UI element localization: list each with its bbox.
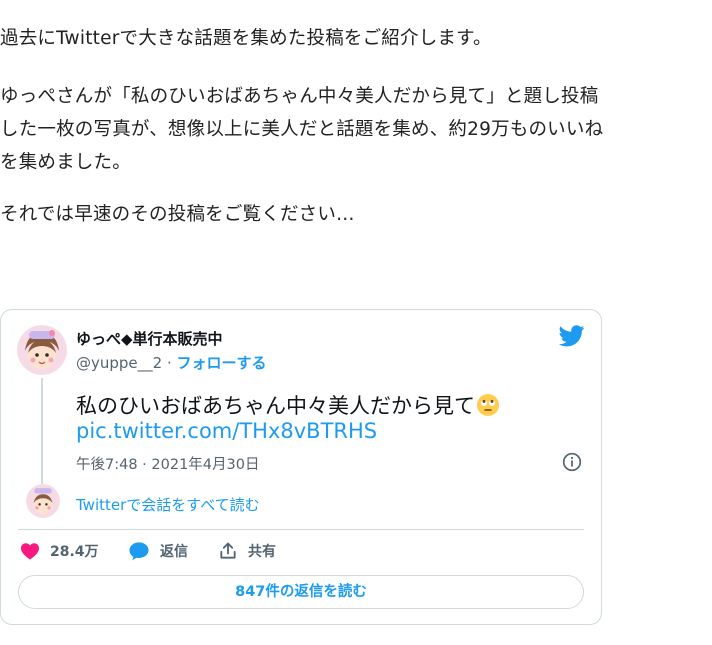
- face-with-rolling-eyes-emoji: [477, 394, 499, 416]
- twitter-bird-icon[interactable]: [559, 325, 585, 347]
- reply-bubble-icon: [129, 542, 149, 561]
- body-line-1: ゆっぺさんが「私のひいおばあちゃん中々美人だから見て」と題し投稿: [0, 86, 599, 107]
- info-icon[interactable]: [562, 452, 582, 472]
- thread-connector-line: [41, 378, 43, 484]
- read-replies-button[interactable]: 847件の返信を読む: [18, 575, 584, 609]
- tweet-media-link[interactable]: pic.twitter.com/THx8vBTRHS: [76, 419, 377, 443]
- intro-paragraph: 過去にTwitterで大きな話題を集めた投稿をご紹介します。: [0, 28, 492, 49]
- reply-action[interactable]: 返信: [128, 541, 188, 561]
- lead-in-paragraph: それでは早速のその投稿をご覧ください…: [0, 204, 355, 225]
- like-action[interactable]: 28.4万: [20, 541, 99, 561]
- thread-avatar: [26, 484, 60, 518]
- share-label: 共有: [248, 544, 276, 560]
- follow-button[interactable]: フォローする: [177, 354, 267, 372]
- body-line-2: した一枚の写真が、想像以上に美人だと話題を集め、約29万ものいいね: [0, 119, 604, 140]
- heart-icon: [21, 543, 39, 560]
- reply-label: 返信: [160, 544, 188, 560]
- author-handle-row: @yuppe__2 · フォローする: [76, 352, 267, 373]
- read-conversation-link[interactable]: Twitterで会話をすべて読む: [76, 494, 260, 515]
- tweet-text: 私のひいおばあちゃん中々美人だから見て: [76, 390, 500, 420]
- handle-separator: ·: [162, 354, 177, 372]
- like-count: 28.4万: [50, 544, 99, 560]
- actions-divider: [18, 529, 584, 530]
- author-avatar[interactable]: [17, 325, 67, 375]
- tweet-timestamp[interactable]: 午後7:48 · 2021年4月30日: [76, 453, 259, 474]
- author-display-name[interactable]: ゆっぺ◆単行本販売中: [76, 328, 223, 349]
- share-icon: [220, 542, 236, 559]
- body-line-3: を集めました。: [0, 152, 131, 173]
- share-action[interactable]: 共有: [218, 541, 276, 561]
- author-handle[interactable]: @yuppe__2: [76, 354, 162, 372]
- tweet-text-content: 私のひいおばあちゃん中々美人だから見て: [76, 394, 475, 418]
